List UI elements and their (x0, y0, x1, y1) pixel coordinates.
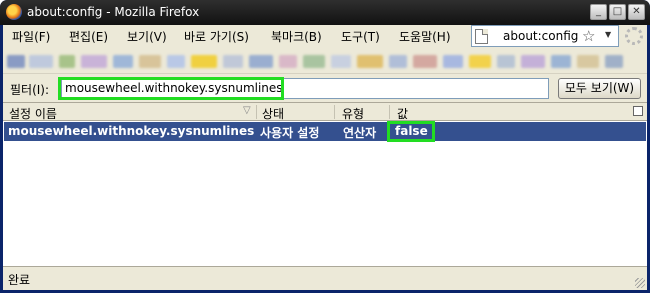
column-header-name[interactable]: 설정 이름 (9, 105, 57, 122)
bookmark-item[interactable] (223, 55, 243, 68)
column-picker-icon[interactable] (633, 106, 643, 116)
bookmark-item[interactable] (413, 55, 437, 68)
bookmark-item[interactable] (191, 55, 217, 68)
menu-view[interactable]: 보기(V) (127, 28, 167, 45)
bookmark-item[interactable] (167, 55, 185, 68)
bookmark-item[interactable] (7, 55, 25, 68)
sort-icon: ▽ (243, 105, 251, 116)
bookmark-item[interactable] (249, 55, 273, 68)
bookmark-item[interactable] (577, 55, 599, 68)
status-bar: 완료 (3, 267, 647, 290)
status-text: 완료 (8, 273, 31, 287)
window-title: about:config - Mozilla Firefox (27, 5, 200, 19)
bookmark-item[interactable] (59, 55, 75, 68)
bookmark-item[interactable] (113, 55, 133, 68)
menu-help[interactable]: 도움말(H) (399, 28, 451, 45)
pref-type-cell: 연산자 (343, 126, 377, 140)
bookmark-item[interactable] (389, 55, 407, 68)
minimize-button[interactable]: _ (590, 4, 607, 20)
bookmark-item[interactable] (357, 55, 383, 68)
bookmark-item[interactable] (443, 55, 463, 68)
column-header-status[interactable]: 상태 (262, 105, 284, 122)
menu-file[interactable]: 파일(F) (12, 28, 50, 45)
column-header-type[interactable]: 유형 (342, 105, 364, 122)
throbber-icon (625, 27, 643, 45)
resize-grip-icon[interactable] (635, 278, 645, 288)
preferences-table: mousewheel.withnokey.sysnumlines 사용자 설정 … (3, 121, 647, 267)
window-controls: _ □ ✕ (590, 4, 645, 20)
bookmark-item[interactable] (551, 55, 571, 68)
close-button[interactable]: ✕ (628, 4, 645, 20)
value-highlight (387, 121, 435, 142)
show-all-button[interactable]: 모두 보기(W) (558, 78, 641, 99)
bookmark-item[interactable] (279, 55, 297, 68)
bookmark-item[interactable] (521, 55, 545, 68)
bookmarks-toolbar (3, 49, 647, 74)
table-header: 설정 이름 ▽ 상태 유형 값 (3, 102, 647, 121)
firefox-icon (6, 4, 22, 20)
title-bar: about:config - Mozilla Firefox _ □ ✕ (0, 0, 650, 25)
bookmark-star-icon[interactable]: ☆ (582, 27, 595, 45)
url-bar[interactable]: about:config ☆ ▼ (471, 25, 619, 47)
bookmark-item[interactable] (139, 55, 161, 68)
bookmark-item[interactable] (469, 55, 491, 68)
bookmark-item[interactable] (303, 55, 325, 68)
menu-tools[interactable]: 도구(T) (341, 28, 380, 45)
maximize-button[interactable]: □ (609, 4, 626, 20)
menu-bookmarks[interactable]: 북마크(B) (271, 28, 322, 45)
bookmark-item[interactable] (81, 55, 107, 68)
column-divider[interactable] (256, 105, 257, 119)
filter-highlight (58, 77, 284, 100)
bookmark-item[interactable] (605, 55, 623, 68)
filter-row: 필터(I): mousewheel.withnokey.sysnumlines … (3, 74, 647, 102)
column-divider[interactable] (334, 105, 335, 119)
bookmark-item[interactable] (497, 55, 515, 68)
bookmark-item[interactable] (331, 55, 351, 68)
pref-name-cell: mousewheel.withnokey.sysnumlines (8, 124, 255, 138)
filter-label: 필터(I): (10, 83, 50, 97)
table-row[interactable]: mousewheel.withnokey.sysnumlines 사용자 설정 … (4, 122, 646, 141)
url-text: about:config (503, 29, 579, 43)
menu-goto[interactable]: 바로 가기(S) (184, 28, 249, 45)
bookmark-item[interactable] (29, 55, 53, 68)
menu-edit[interactable]: 편집(E) (69, 28, 108, 45)
pref-status-cell: 사용자 설정 (260, 126, 320, 140)
column-divider[interactable] (389, 105, 390, 119)
menu-bar: 파일(F) 편집(E) 보기(V) 바로 가기(S) 북마크(B) 도구(T) … (3, 25, 647, 49)
column-header-value[interactable]: 값 (397, 105, 408, 122)
dropdown-arrow-icon[interactable]: ▼ (605, 30, 611, 39)
firefox-window: about:config - Mozilla Firefox _ □ ✕ 파일(… (0, 0, 650, 293)
page-icon (475, 29, 488, 44)
